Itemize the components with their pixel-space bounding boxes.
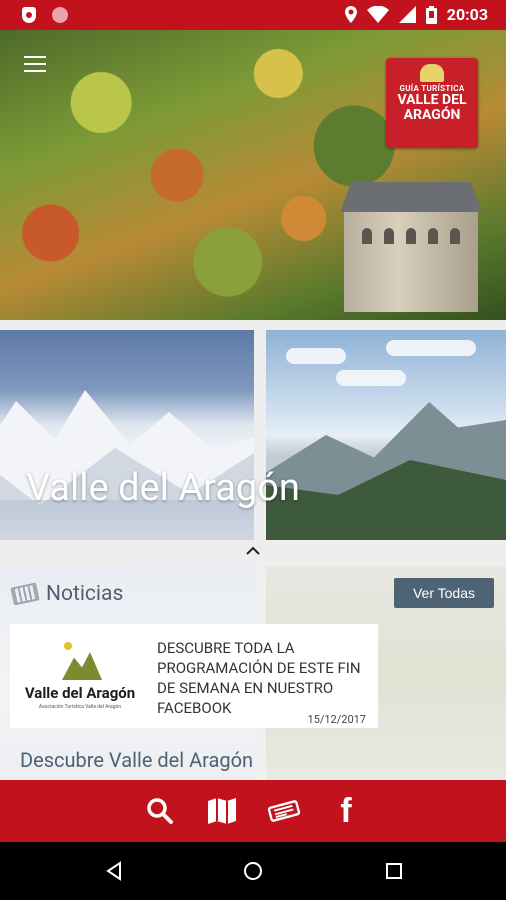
status-bar: 20:03 <box>0 0 506 30</box>
android-nav-bar <box>0 842 506 900</box>
news-section: Noticias Ver Todas Valle del Aragón Asoc… <box>0 566 506 780</box>
vpn-shield-icon <box>22 7 36 23</box>
wifi-icon <box>366 6 389 23</box>
valle-aragon-logo: Valle del Aragón Asociación Turística Va… <box>12 638 148 718</box>
news-header-label: Noticias <box>46 582 124 606</box>
news-text: DESCUBRE TODA LA PROGRAMACIÓN DE ESTE FI… <box>157 639 361 717</box>
search-icon[interactable] <box>143 794 177 828</box>
battery-icon <box>425 5 437 24</box>
badge-line3: ARAGÓN <box>403 107 461 123</box>
badge-mountain-icon <box>420 64 444 82</box>
facebook-icon[interactable]: f <box>329 791 363 830</box>
news-header: Noticias <box>10 582 124 606</box>
status-time: 20:03 <box>446 5 488 24</box>
bottom-toolbar: f <box>0 780 506 842</box>
news-icon[interactable] <box>267 794 301 828</box>
green-mountains-image[interactable] <box>266 330 506 540</box>
gallery[interactable]: Valle del Aragón <box>0 330 506 540</box>
newspaper-icon <box>10 582 40 606</box>
notification-dot-icon <box>52 7 68 23</box>
news-date: 15/12/2017 <box>307 713 366 726</box>
location-icon <box>344 6 357 23</box>
ver-todas-button[interactable]: Ver Todas <box>394 578 494 608</box>
badge-line2: VALLE DEL <box>397 92 467 108</box>
gallery-title: Valle del Aragón <box>26 466 300 510</box>
signal-icon <box>398 6 416 23</box>
sun-icon <box>64 642 72 650</box>
hamburger-menu-icon[interactable] <box>24 56 46 74</box>
hero-banner: GUÍA TURÍSTICA VALLE DEL ARAGÓN <box>0 30 506 320</box>
recent-apps-icon[interactable] <box>384 861 404 881</box>
facebook-glyph: f <box>340 791 352 830</box>
logo-subtitle: Asociación Turística Valle del Aragón <box>38 704 122 710</box>
map-icon[interactable] <box>205 794 239 828</box>
news-card[interactable]: Valle del Aragón Asociación Turística Va… <box>10 624 378 728</box>
mountain-logo-icon <box>62 652 102 680</box>
home-icon[interactable] <box>243 861 263 881</box>
chevron-up-icon[interactable] <box>244 544 262 558</box>
logo-name: Valle del Aragón <box>24 684 136 702</box>
guide-badge-logo: GUÍA TURÍSTICA VALLE DEL ARAGÓN <box>386 58 478 148</box>
back-icon[interactable] <box>104 861 124 881</box>
section-title: Descubre Valle del Aragón <box>20 748 254 772</box>
castle-tower-image <box>340 182 482 312</box>
